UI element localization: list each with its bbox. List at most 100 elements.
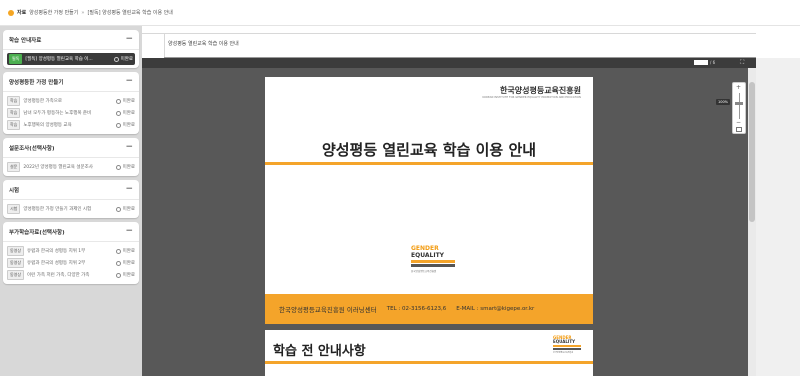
section-header[interactable]: 부가학습자료(선택사항) −: [3, 222, 139, 242]
list-item[interactable]: 동영상 이런 가족 저런 가족, 다양한 가족 미완료: [7, 269, 135, 281]
status-badge: 미완료: [115, 98, 135, 104]
section-family: 양성평등한 가정 만들기 − 학습 양성평등한 가족으로 미완료 학습 남녀 모…: [3, 72, 139, 134]
status-circle-icon: [115, 164, 121, 170]
collapse-icon[interactable]: −: [125, 143, 133, 152]
list-item[interactable]: 필독 [필독] 양성평등 열린교육 학습 이... 미완료: [7, 53, 135, 65]
zoom-level-label: 100%: [716, 99, 730, 105]
zoom-track[interactable]: [739, 93, 740, 119]
document-page: 한국양성평등교육진흥원 KOREAN INSTITUTE FOR GENDER …: [265, 77, 593, 324]
item-label: 유럽과 한국의 성평등 지위 2부: [27, 261, 86, 266]
item-tag: 학습: [7, 120, 21, 130]
item-tag: 학습: [7, 96, 21, 106]
document-headline: 양성평등 열린교육 학습 이용 안내: [321, 141, 537, 159]
brand-small: 한국양성평등교육진흥원: [553, 352, 574, 354]
scrollbar-thumb[interactable]: [749, 82, 755, 222]
status-circle-icon: [113, 56, 119, 62]
item-tag: 동영상: [7, 246, 25, 256]
status-badge: 미완료: [115, 206, 135, 212]
section-header[interactable]: 설문조사(선택사항) −: [3, 138, 139, 158]
collapse-icon[interactable]: −: [125, 227, 133, 236]
section-survey: 설문조사(선택사항) − 설문 2022년 양성평등 열린교육 설문조사 미완료: [3, 138, 139, 176]
gender-equality-logo: GENDER EQUALITY 한국양성평등교육진흥원: [553, 336, 581, 354]
section-title: 학습 안내자료: [9, 37, 42, 44]
list-item[interactable]: 시험 양성평등한 가정 만들기 과제인 시험 미완료: [7, 203, 135, 215]
list-item[interactable]: 학습 노후행복의 양성평등 교육 미완료: [7, 119, 135, 131]
accent-rule: [265, 162, 593, 165]
breadcrumb: 자료 양성평등한 가정 만들기 » [필독] 양성평등 열린교육 학습 이용 안…: [0, 0, 800, 26]
status-circle-icon: [115, 272, 121, 278]
list-item[interactable]: 학습 남녀 모두가 평등하는 노후행복 준비 미완료: [7, 107, 135, 119]
brand-small: 한국양성평등교육진흥원: [411, 270, 437, 273]
right-panel: [756, 58, 800, 376]
status-circle-icon: [115, 122, 121, 128]
item-tag: 동영상: [7, 270, 25, 280]
page-number-input[interactable]: [694, 60, 708, 65]
section-guide: 학습 안내자료 − 필독 [필독] 양성평등 열린교육 학습 이... 미완료: [3, 30, 139, 68]
item-label: 노후행복의 양성평등 교육: [23, 123, 72, 128]
brand-line2: EQUALITY: [553, 339, 576, 344]
section-exam: 시험 − 시험 양성평등한 가정 만들기 과제인 시험 미완료: [3, 180, 139, 218]
zoom-in-icon[interactable]: +: [736, 84, 741, 91]
item-label: 유럽과 한국의 성평등 지위 1부: [27, 249, 86, 254]
collapse-icon[interactable]: −: [125, 35, 133, 44]
document-footer: 한국양성평등교육진흥원 이러닝센터 TEL : 02-3156-6123,6 E…: [265, 294, 593, 324]
list-item[interactable]: 학습 양성평등한 가족으로 미완료: [7, 95, 135, 107]
breadcrumb-path1[interactable]: 양성평등한 가정 만들기: [29, 9, 78, 16]
brand-line2: EQUALITY: [411, 252, 445, 259]
collapse-icon[interactable]: −: [125, 77, 133, 86]
zoom-out-icon[interactable]: −: [736, 119, 741, 126]
folder-icon: [8, 9, 14, 16]
collapse-icon[interactable]: −: [125, 185, 133, 194]
status-circle-icon: [115, 260, 121, 266]
status-badge: 미완료: [115, 122, 135, 128]
gender-equality-logo: GENDER EQUALITY 한국양성평등교육진흥원: [411, 245, 455, 273]
status-badge: 미완료: [115, 110, 135, 116]
status-badge: 미완료: [115, 164, 135, 170]
footer-email: E-MAIL : smart@kigepe.or.kr: [456, 306, 535, 312]
section-extra: 부가학습자료(선택사항) − 동영상 유럽과 한국의 성평등 지위 1부 미완료…: [3, 222, 139, 284]
scrollbar[interactable]: [748, 68, 756, 376]
viewer-toolbar: / 6 ⛶: [142, 58, 756, 68]
item-label: 이런 가족 저런 가족, 다양한 가족: [27, 273, 90, 278]
status-badge: 미완료: [115, 248, 135, 254]
page-total: / 6: [710, 60, 716, 65]
status-circle-icon: [115, 98, 121, 104]
list-item[interactable]: 동영상 유럽과 한국의 성평등 지위 2부 미완료: [7, 257, 135, 269]
status-badge: 미완료: [115, 260, 135, 266]
section-header[interactable]: 양성평등한 가정 만들기 −: [3, 72, 139, 92]
fullscreen-icon[interactable]: ⛶: [740, 59, 744, 67]
item-label: 양성평등한 가정 만들기 과제인 시험: [23, 207, 92, 212]
page-title: 양성평등 열린교육 학습 이용 안내: [168, 41, 239, 47]
item-label: 2022년 양성평등 열린교육 설문조사: [23, 165, 93, 170]
logo-english: KOREAN INSTITUTE FOR GENDER EQUALITY PRO…: [482, 96, 581, 99]
status-badge: 미완료: [113, 56, 133, 62]
org-logo: 한국양성평등교육진흥원 KOREAN INSTITUTE FOR GENDER …: [482, 85, 581, 99]
accent-rule: [265, 361, 593, 364]
zoom-slider-handle[interactable]: [735, 102, 743, 105]
section-title: 시험: [9, 187, 20, 194]
section-header[interactable]: 시험 −: [3, 180, 139, 200]
item-tag: 설문: [7, 162, 21, 172]
document2-headline: 학습 전 안내사항: [273, 344, 366, 359]
zoom-control[interactable]: + −: [732, 82, 746, 134]
list-item[interactable]: 설문 2022년 양성평등 열린교육 설문조사 미완료: [7, 161, 135, 173]
list-item[interactable]: 동영상 유럽과 한국의 성평등 지위 1부 미완료: [7, 245, 135, 257]
status-circle-icon: [115, 248, 121, 254]
brand-line1: GENDER: [411, 245, 439, 252]
item-tag: 시험: [7, 204, 21, 214]
breadcrumb-path2: [필독] 양성평등 열린교육 학습 이용 안내: [87, 10, 173, 16]
section-title: 양성평등한 가정 만들기: [9, 79, 64, 86]
section-header[interactable]: 학습 안내자료 −: [3, 30, 139, 50]
section-title: 설문조사(선택사항): [9, 145, 55, 152]
status-badge: 미완료: [115, 272, 135, 278]
breadcrumb-root[interactable]: 자료: [17, 9, 29, 16]
fit-page-icon[interactable]: [736, 127, 742, 132]
logo-korean: 한국양성평등교육진흥원: [500, 85, 581, 95]
item-label: 양성평등한 가족으로: [23, 99, 63, 104]
status-circle-icon: [115, 110, 121, 116]
section-title: 부가학습자료(선택사항): [9, 229, 65, 236]
item-tag: 동영상: [7, 258, 25, 268]
breadcrumb-separator: »: [81, 9, 85, 16]
sidebar: 학습 안내자료 − 필독 [필독] 양성평등 열린교육 학습 이... 미완료 …: [0, 26, 142, 376]
footer-org: 한국양성평등교육진흥원 이러닝센터: [279, 306, 377, 314]
